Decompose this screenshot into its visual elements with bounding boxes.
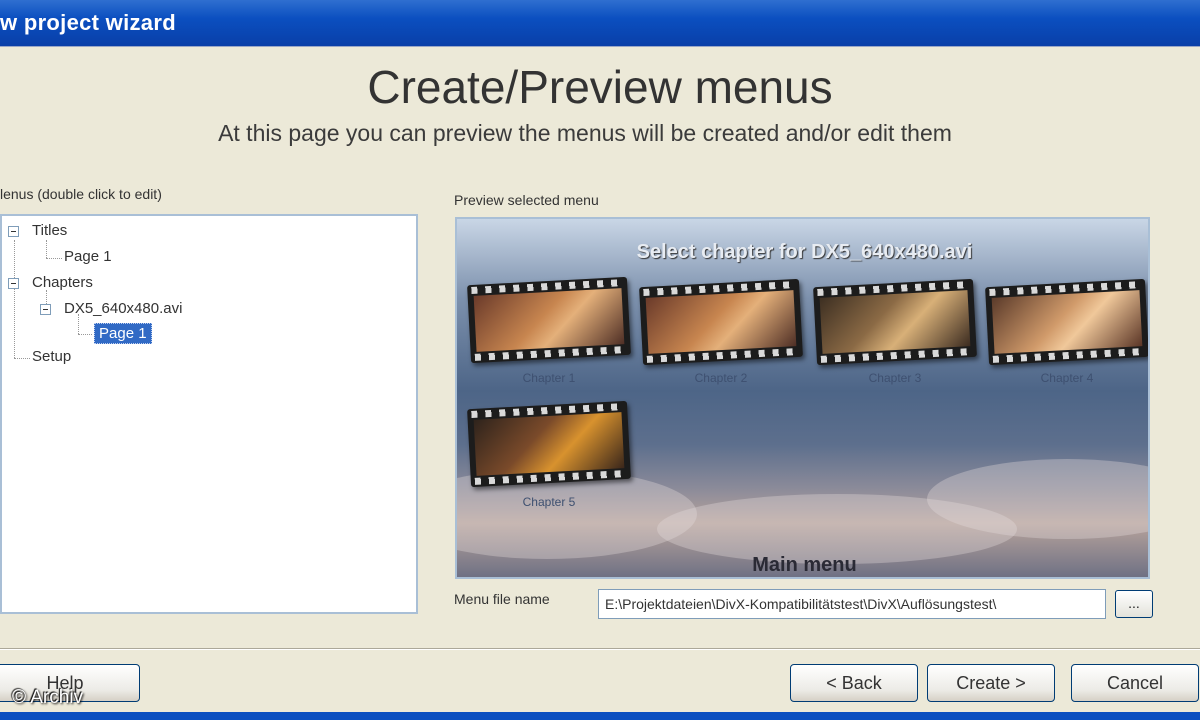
menu-file-name-input[interactable] bbox=[598, 589, 1106, 619]
tree-collapse-icon[interactable] bbox=[8, 278, 19, 289]
tree-collapse-icon[interactable] bbox=[40, 304, 51, 315]
window-titlebar: w project wizard bbox=[0, 0, 1200, 46]
cancel-button[interactable]: Cancel bbox=[1071, 664, 1199, 702]
menus-tree-label: lenus (double click to edit) bbox=[0, 186, 162, 202]
chapter-2-thumbnail bbox=[639, 278, 803, 366]
chapter-1-label: Chapter 1 bbox=[522, 371, 576, 385]
chapter-5-label: Chapter 5 bbox=[522, 495, 576, 509]
footer-divider bbox=[0, 648, 1200, 650]
preview-heading: Select chapter for DX5_640x480.avi bbox=[636, 241, 973, 263]
browse-button[interactable]: ... bbox=[1115, 590, 1153, 618]
chapter-1-thumbnail bbox=[467, 276, 631, 364]
tree-item-titles-page-1[interactable]: Page 1 bbox=[64, 248, 112, 265]
back-button[interactable]: < Back bbox=[790, 664, 918, 702]
window-title: w project wizard bbox=[0, 10, 176, 35]
tree-connector bbox=[14, 240, 15, 358]
window-bottom-border bbox=[0, 712, 1200, 720]
titlebar-divider bbox=[0, 46, 1200, 56]
tree-connector bbox=[78, 334, 92, 335]
tree-connector bbox=[46, 240, 47, 258]
tree-connector bbox=[46, 258, 62, 259]
chapter-3-thumbnail bbox=[813, 278, 977, 366]
chapter-5-thumbnail bbox=[467, 400, 631, 488]
tree-collapse-icon[interactable] bbox=[8, 226, 19, 237]
tree-item-chapters-page-1[interactable]: Page 1 bbox=[94, 323, 152, 344]
tree-item-chapters[interactable]: Chapters bbox=[32, 274, 93, 291]
preview-main-menu-link: Main menu bbox=[752, 554, 857, 576]
chapter-3-label: Chapter 3 bbox=[868, 371, 922, 385]
tree-connector bbox=[78, 314, 79, 334]
page-title: Create/Preview menus bbox=[367, 61, 833, 113]
create-button[interactable]: Create > bbox=[927, 664, 1055, 702]
chapter-4-label: Chapter 4 bbox=[1040, 371, 1094, 385]
tree-item-setup[interactable]: Setup bbox=[32, 348, 71, 365]
menu-file-name-label: Menu file name bbox=[454, 591, 550, 607]
page-subtitle: At this page you can preview the menus w… bbox=[218, 120, 952, 146]
tree-connector bbox=[14, 358, 30, 359]
tree-item-video-file[interactable]: DX5_640x480.avi bbox=[64, 300, 182, 317]
menu-preview: Select chapter for DX5_640x480.avi Chapt… bbox=[455, 217, 1150, 579]
tree-item-titles[interactable]: Titles bbox=[32, 222, 67, 239]
chapter-2-label: Chapter 2 bbox=[694, 371, 748, 385]
copyright-watermark: © Archiv bbox=[12, 687, 84, 708]
menus-tree[interactable]: Titles Page 1 Chapters DX5_640x480.avi P… bbox=[0, 214, 418, 614]
preview-label: Preview selected menu bbox=[454, 192, 599, 208]
chapter-4-thumbnail bbox=[985, 278, 1148, 366]
